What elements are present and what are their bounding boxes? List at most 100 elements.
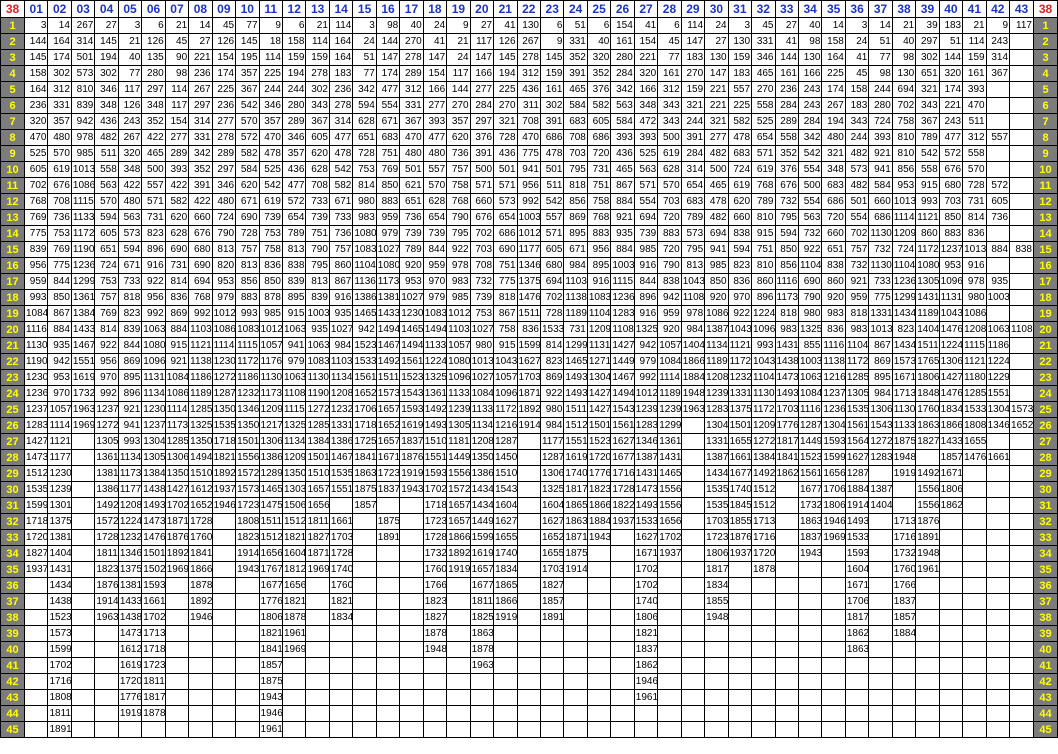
row-number-right: 18 [1033, 289, 1058, 306]
grid-cell: 753 [352, 161, 377, 178]
grid-cell: 814 [539, 337, 565, 354]
grid-cell: 1012 [258, 321, 283, 338]
grid-cell [727, 593, 753, 610]
grid-cell [915, 625, 940, 642]
grid-cell [563, 721, 588, 738]
grid-cell: 686 [493, 225, 518, 242]
grid-cell: 159 [727, 49, 753, 66]
grid-cell: 571 [633, 177, 659, 194]
grid-cell [23, 657, 49, 674]
grid-cell [962, 625, 987, 642]
grid-cell: 1115 [962, 337, 987, 354]
grid-cell: 284 [797, 113, 823, 130]
table-row: 43 1808 1776 1817 1943 1961 43 [0, 689, 1058, 706]
grid-cell: 1431 [774, 337, 799, 354]
grid-cell: 1821 [258, 625, 283, 642]
grid-cell: 896 [751, 289, 776, 306]
grid-cell: 1776 [586, 465, 612, 482]
grid-cell [399, 625, 424, 642]
grid-cell: 1863 [469, 625, 495, 642]
grid-cell [328, 497, 354, 514]
row-number-right: 40 [1033, 641, 1058, 658]
grid-cell [868, 641, 893, 658]
grid-cell: 1287 [844, 465, 870, 482]
grid-cell: 1133 [70, 209, 96, 226]
grid-cell: 869 [563, 209, 588, 226]
grid-cell: 855 [797, 337, 823, 354]
grid-cell: 1961 [281, 625, 307, 642]
grid-cell: 1208 [117, 497, 143, 514]
grid-cell: 980 [539, 401, 565, 418]
grid-cell: 1876 [399, 449, 424, 466]
grid-cell: 1937 [727, 545, 753, 562]
grid-cell: 573 [493, 193, 518, 210]
grid-cell: 542 [797, 145, 823, 162]
grid-cell [774, 593, 799, 610]
grid-cell: 1657 [446, 513, 471, 530]
grid-cell: 1027 [399, 289, 424, 306]
grid-cell [915, 657, 940, 674]
grid-cell: 985 [70, 145, 96, 162]
grid-cell: 1866 [938, 417, 964, 434]
grid-cell: 1866 [493, 593, 518, 610]
grid-cell [985, 145, 1011, 162]
grid-cell [70, 577, 96, 594]
row-number-right: 10 [1033, 161, 1058, 178]
column-header: 03 [70, 0, 96, 18]
grid-cell [164, 577, 190, 594]
grid-cell: 683 [821, 177, 846, 194]
grid-cell: 482 [704, 209, 729, 226]
grid-cell: 739 [258, 209, 283, 226]
grid-cell [352, 673, 377, 690]
grid-cell: 1510 [188, 465, 213, 482]
table-row: 17 959 844 1299 753 733 922 814 694 953 856 850 839 8… [0, 273, 1058, 290]
grid-cell: 1305 [915, 273, 940, 290]
grid-cell: 321 [915, 81, 940, 98]
row-number-left: 15 [0, 241, 25, 258]
grid-cell: 720 [657, 241, 682, 258]
grid-cell: 24 [844, 33, 870, 50]
grid-cell: 992 [141, 305, 166, 322]
grid-cell: 942 [70, 113, 96, 130]
grid-cell: 1237 [141, 417, 166, 434]
grid-cell: 1467 [375, 337, 401, 354]
grid-cell: 683 [563, 113, 588, 130]
grid-cell: 1086 [704, 305, 729, 322]
grid-cell: 45 [164, 33, 190, 50]
table-row: 25 1237 1057 1963 1237 921 1230 1114 1285 1350 134… [0, 401, 1058, 418]
grid-cell: 1131 [141, 369, 166, 386]
grid-cell: 376 [586, 81, 612, 98]
grid-cell: 1677 [610, 449, 635, 466]
column-header: 26 [610, 0, 635, 18]
grid-cell: 302 [47, 65, 72, 82]
grid-cell [70, 705, 96, 722]
grid-cell: 166 [797, 65, 823, 82]
grid-cell [375, 545, 401, 562]
grid-cell: 732 [797, 225, 823, 242]
grid-cell [868, 689, 893, 706]
grid-cell: 1837 [633, 641, 659, 658]
grid-cell [915, 673, 940, 690]
grid-cell: 436 [281, 161, 307, 178]
grid-cell: 1760 [188, 529, 213, 546]
grid-cell: 1948 [680, 385, 706, 402]
grid-cell: 40 [797, 17, 823, 34]
grid-cell: 1361 [94, 449, 119, 466]
row-number-right: 35 [1033, 561, 1058, 578]
grid-cell: 1821 [281, 529, 307, 546]
grid-cell: 1384 [70, 305, 96, 322]
grid-cell: 164 [47, 33, 72, 50]
grid-cell: 1533 [352, 353, 377, 370]
grid-cell [469, 689, 495, 706]
grid-cell [821, 545, 846, 562]
grid-cell: 480 [47, 129, 72, 146]
grid-cell: 1306 [539, 465, 565, 482]
grid-cell [586, 705, 612, 722]
grid-cell: 1131 [586, 337, 612, 354]
row-number-right: 26 [1033, 417, 1058, 434]
grid-cell: 1287 [493, 433, 518, 450]
grid-cell: 813 [305, 273, 330, 290]
grid-cell: 814 [352, 177, 377, 194]
grid-cell: 1449 [797, 433, 823, 450]
grid-cell: 159 [962, 49, 987, 66]
